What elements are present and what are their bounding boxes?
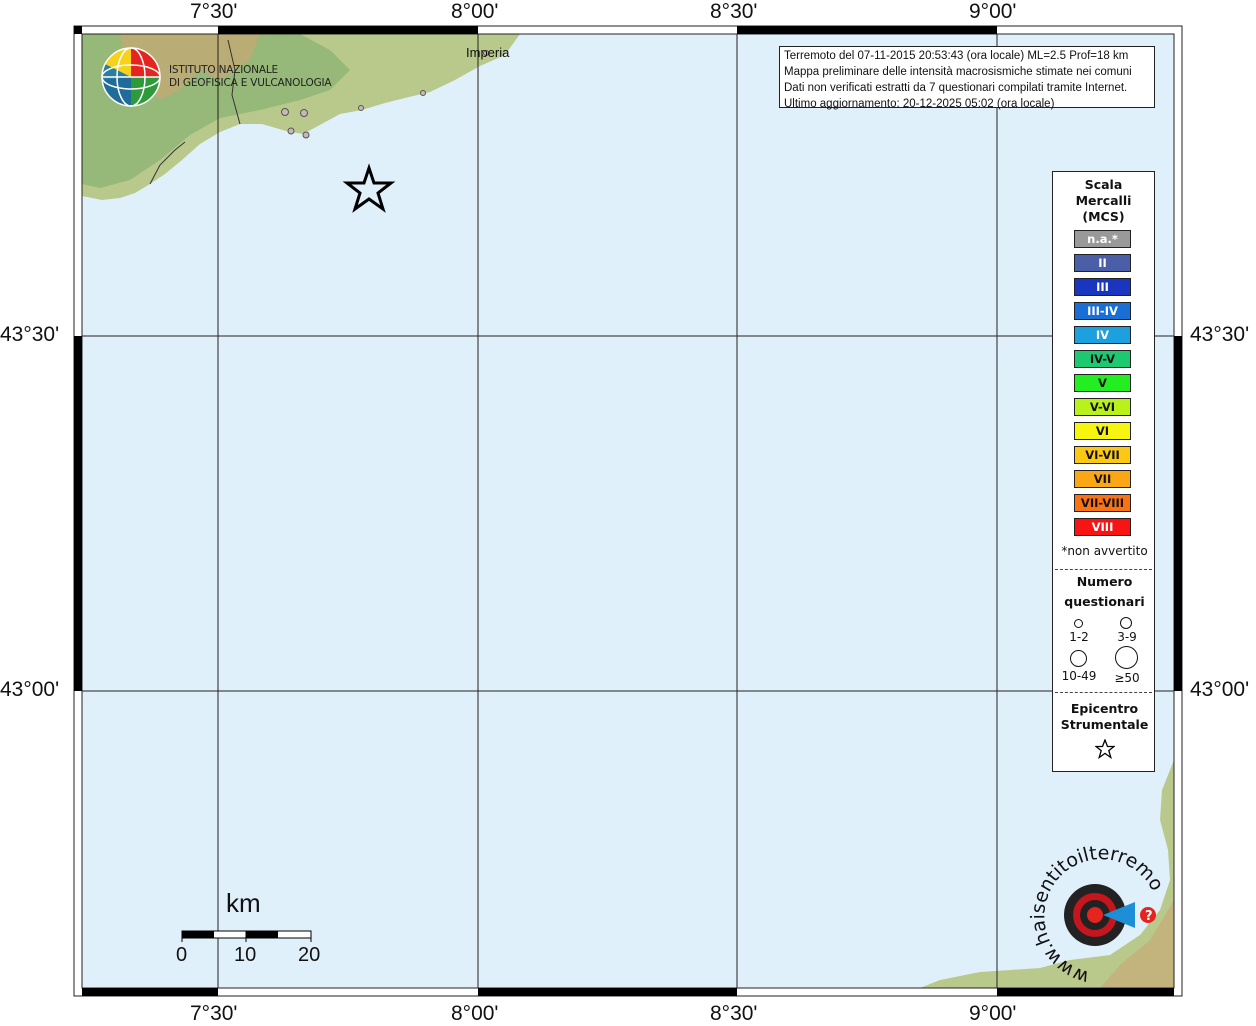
lon-tick-bottom-4: 9°00' [969,1002,1017,1025]
legend-star-icon [1095,739,1115,759]
lon-tick-top-1: 7°30' [190,0,238,23]
scale-bar-label-0: 0 [176,944,188,966]
count-label-3: 10-49 [1061,669,1097,683]
count-title-1: Numero [1076,574,1133,589]
legend-title: Scala Mercalli (MCS) [1053,177,1154,225]
lon-tick-bottom-2: 8°00' [451,1002,499,1025]
ingv-logo-line1: ISTITUTO NAZIONALE [169,64,278,76]
legend-panel: Scala Mercalli (MCS) n.a.* II III III-IV IV I… [1052,171,1155,772]
count-circle-large [1070,650,1087,667]
legend-divider-2 [1055,692,1152,693]
lon-tick-bottom-1: 7°30' [190,1002,238,1025]
lon-tick-bottom-3: 8°30' [710,1002,758,1025]
lat-tick-right-2: 43°00' [1190,678,1250,701]
legend-title-line2: Mercalli [1075,193,1132,208]
legend-title-line3: (MCS) [1082,209,1125,224]
scale-bar-label-20: 20 [298,944,321,966]
legend-note: *non avvertito [1061,544,1148,558]
scale-bar-label-10: 10 [234,944,257,966]
count-label-4: ≥50 [1114,671,1140,685]
ingv-logo-line2: DI GEOFISICA E VULCANOLOGIA [169,77,332,89]
mcs-swatch-iv: IV [1074,326,1131,344]
legend-divider-1 [1055,569,1152,570]
mcs-swatch-iv-v: IV-V [1074,350,1131,368]
city-label-imperia: Imperia [466,45,510,60]
event-info-box: Terremoto del 07-11-2015 20:53:43 (ora l… [779,46,1155,110]
epicenter-title-2: Strumentale [1060,717,1149,732]
lat-tick-right-1: 43°30' [1190,323,1250,346]
watermark-text: www.haisentitoilterremoto.it? [0,0,1168,989]
lon-tick-top-2: 8°00' [451,0,499,23]
mcs-swatch-vii-viii: VII-VIII [1074,494,1131,512]
event-info-line3: Dati non verificati estratti da 7 questi… [784,82,1128,94]
lat-tick-left-1: 43°30' [0,323,60,346]
count-circle-small [1074,619,1083,628]
epicenter-title-1: Epicentro [1070,701,1139,716]
mcs-swatch-vii: VII [1074,470,1131,488]
event-info-line2: Mappa preliminare delle intensità macros… [784,66,1132,78]
lon-tick-top-4: 9°00' [969,0,1017,23]
scale-bar-unit: km [226,888,261,918]
count-circle-medium [1120,617,1132,629]
mcs-swatch-vi-vii: VI-VII [1074,446,1131,464]
lat-tick-left-2: 43°00' [0,678,60,701]
count-circle-xlarge [1115,646,1138,669]
mcs-swatch-viii: VIII [1074,518,1131,536]
mcs-swatch-v-vi: V-VI [1074,398,1131,416]
count-label-1: 1-2 [1069,630,1089,644]
count-label-2: 3-9 [1117,630,1137,644]
mcs-swatch-iii: III [1074,278,1131,296]
legend-title-line1: Scala [1084,177,1123,192]
event-info-line1: Terremoto del 07-11-2015 20:53:43 (ora l… [784,50,1129,62]
mcs-swatch-ii: II [1074,254,1131,272]
ingv-logo-text: ISTITUTO NAZIONALE DI GEOFISICA E VULCAN… [169,64,332,90]
lon-tick-top-3: 8°30' [710,0,758,23]
count-title-2: questionari [1064,594,1145,609]
mcs-swatch-v: V [1074,374,1131,392]
mcs-swatch-n-a-: n.a.* [1074,230,1131,248]
mcs-swatch-iii-iv: III-IV [1074,302,1131,320]
mcs-swatch-vi: VI [1074,422,1131,440]
event-info-line4: Ultimo aggiornamento: 20-12-2025 05:02 (… [784,98,1055,110]
